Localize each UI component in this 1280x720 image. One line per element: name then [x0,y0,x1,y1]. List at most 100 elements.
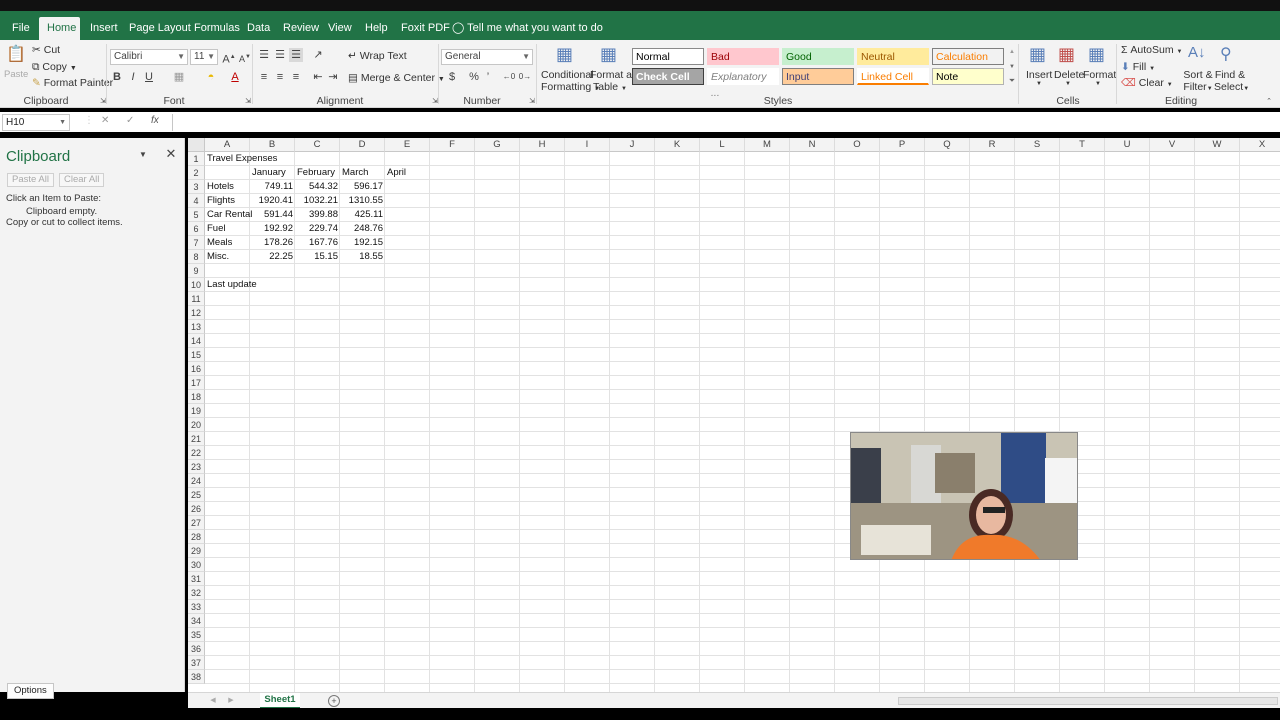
column-header-w[interactable]: W [1195,138,1240,152]
sheet-tab-sheet1[interactable]: Sheet1 [260,693,300,709]
scroll-left-icon[interactable]: ◀ [206,694,220,708]
currency-button[interactable]: $ [445,70,459,84]
formula-input[interactable] [172,114,1278,131]
column-header-h[interactable]: H [520,138,565,152]
horizontal-scrollbar[interactable] [898,697,1278,705]
cell-value[interactable]: 18.55 [342,250,383,264]
cell-value[interactable]: 192.92 [252,222,293,236]
row-header-9[interactable]: 9 [188,264,205,278]
cell-style-bad[interactable]: Bad [707,48,779,65]
tab-foxit-pdf[interactable]: Foxit PDF [393,17,458,40]
cell-value[interactable]: 596.17 [342,180,383,194]
dialog-launcher-icon[interactable]: ⇲ [96,95,110,109]
column-header-x[interactable]: X [1240,138,1280,152]
clear-all-button[interactable]: Clear All [59,173,105,187]
orientation-icon[interactable]: ↗ [311,48,325,62]
wrap-text-button[interactable]: ↵ Wrap Text [348,50,407,62]
cell-value[interactable]: 229.74 [297,222,338,236]
collapse-ribbon-icon[interactable]: ⌃ [1262,95,1276,109]
column-header-o[interactable]: O [835,138,880,152]
decrease-decimal-icon[interactable]: 0→ [518,70,532,84]
align-bottom-icon[interactable]: ☰ [289,48,303,62]
font-size-dropdown[interactable]: 11 ▼ [190,49,218,65]
number-format-dropdown[interactable]: General ▼ [441,49,533,65]
row-header-5[interactable]: 5 [188,208,205,222]
row-header-7[interactable]: 7 [188,236,205,250]
tab-home[interactable]: Home [39,17,80,40]
cell-style-check-cell[interactable]: Check Cell [632,68,704,85]
row-header-16[interactable]: 16 [188,362,205,376]
row-header-20[interactable]: 20 [188,418,205,432]
row-header-25[interactable]: 25 [188,488,205,502]
column-header-v[interactable]: V [1150,138,1195,152]
font-color-icon[interactable]: A [228,70,242,84]
cell-a10-last-update[interactable]: Last update [207,278,257,292]
cell-value[interactable]: 425.11 [342,208,383,222]
decrease-font-icon[interactable]: A▼ [238,50,252,64]
dialog-launcher-icon[interactable]: ⇲ [428,95,442,109]
cell-value[interactable]: 22.25 [252,250,293,264]
cell-category[interactable]: Hotels [207,180,248,194]
tab-help[interactable]: Help [357,17,396,40]
row-header-28[interactable]: 28 [188,530,205,544]
row-header-2[interactable]: 2 [188,166,205,180]
increase-font-icon[interactable]: A▲ [222,50,236,66]
cell-style-calculation[interactable]: Calculation [932,48,1004,65]
decrease-indent-icon[interactable]: ⇤ [311,70,325,84]
delete-cells-button[interactable]: Delete ▼ [1054,69,1084,87]
row-header-36[interactable]: 36 [188,642,205,656]
cell-header-march[interactable]: March [342,166,383,180]
column-header-l[interactable]: L [700,138,745,152]
cell-value[interactable]: 1310.55 [342,194,383,208]
clear-button[interactable]: ⌫ Clear ▼ [1121,77,1173,89]
align-right-icon[interactable]: ≡ [289,70,303,84]
cell-value[interactable]: 591.44 [252,208,293,222]
cell-category[interactable]: Fuel [207,222,248,236]
merge-center-button[interactable]: ▤ Merge & Center ▼ [348,72,445,84]
cell-value[interactable]: 15.15 [297,250,338,264]
column-header-e[interactable]: E [385,138,430,152]
column-header-b[interactable]: B [250,138,295,152]
cell-category[interactable]: Flights [207,194,248,208]
row-header-33[interactable]: 33 [188,600,205,614]
enter-icon[interactable]: ✓ [126,115,134,126]
column-header-i[interactable]: I [565,138,610,152]
row-header-35[interactable]: 35 [188,628,205,642]
row-header-21[interactable]: 21 [188,432,205,446]
align-top-icon[interactable]: ☰ [257,48,271,62]
row-header-4[interactable]: 4 [188,194,205,208]
cell-category[interactable]: Misc. [207,250,248,264]
worksheet-grid[interactable]: A B C D E F G H I J K L M N O P Q R S T U V W X 1 2 3 4 5 6 7 8 9 10 11 12 1… [188,138,1280,692]
percent-button[interactable]: % [467,70,481,84]
fill-button[interactable]: ⬇ Fill ▼ [1121,61,1155,73]
cell-category[interactable]: Car Rental [207,208,252,222]
row-header-30[interactable]: 30 [188,558,205,572]
cell-header-january[interactable]: January [252,166,293,180]
pane-options-icon[interactable]: ▼ [136,148,150,162]
row-header-11[interactable]: 11 [188,292,205,306]
row-header-38[interactable]: 38 [188,670,205,684]
column-header-p[interactable]: P [880,138,925,152]
row-header-26[interactable]: 26 [188,502,205,516]
cut-button[interactable]: ✂ Cut [32,44,60,56]
tab-data[interactable]: Data [239,17,278,40]
column-header-s[interactable]: S [1015,138,1060,152]
align-center-icon[interactable]: ≡ [273,70,287,84]
row-header-6[interactable]: 6 [188,222,205,236]
italic-button[interactable]: I [126,70,140,84]
cell-value[interactable]: 749.11 [252,180,293,194]
row-header-37[interactable]: 37 [188,656,205,670]
column-header-r[interactable]: R [970,138,1015,152]
column-header-q[interactable]: Q [925,138,970,152]
column-header-m[interactable]: M [745,138,790,152]
column-header-a[interactable]: A [205,138,250,152]
tab-view[interactable]: View [320,17,360,40]
row-header-34[interactable]: 34 [188,614,205,628]
cell-style-note[interactable]: Note [932,68,1004,85]
cell-value[interactable]: 192.15 [342,236,383,250]
cell-style-input[interactable]: Input [782,68,854,85]
tab-insert[interactable]: Insert [82,17,126,40]
column-header-f[interactable]: F [430,138,475,152]
format-cells-button[interactable]: Format ▼ [1083,69,1116,87]
cell-style-normal[interactable]: Normal [632,48,704,65]
